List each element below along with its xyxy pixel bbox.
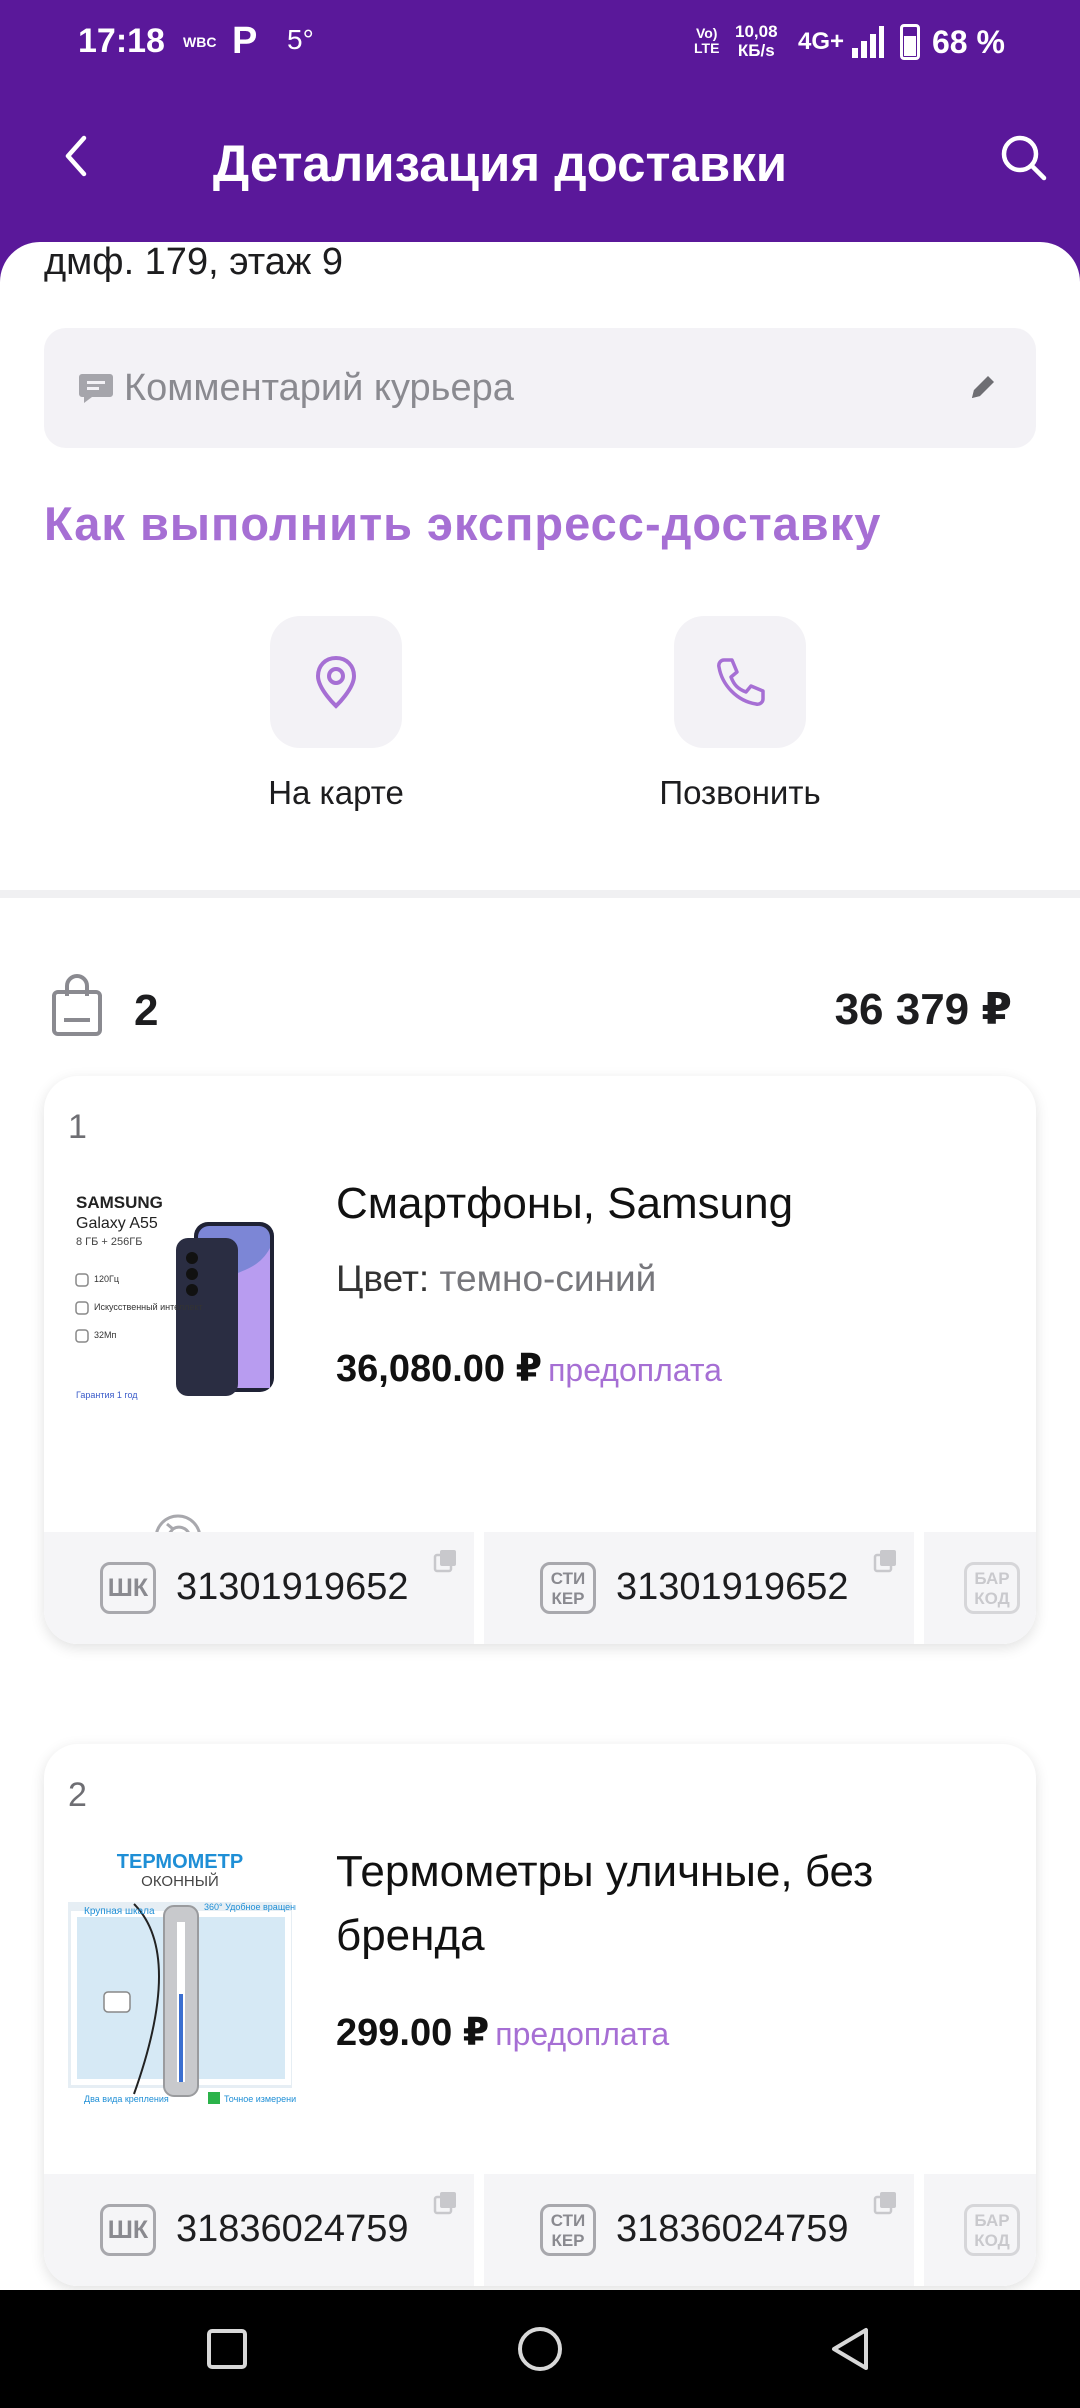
barcode-value: 31836024759 [176, 2208, 409, 2250]
payment-status: предоплата [548, 1352, 722, 1388]
status-bar: 17:18 WBC P 5° Vo) LTE 10,08 КБ/s 4G+ 68 … [0, 0, 1080, 86]
barcode-chip[interactable]: ШК 31301919652 [44, 1532, 474, 1644]
image-subtitle: ОКОННЫЙ [141, 1872, 219, 1890]
copy-icon[interactable] [872, 1546, 900, 1574]
copy-icon[interactable] [432, 2188, 460, 2216]
sticker-value: 31301919652 [616, 1566, 849, 1608]
sticker-code-chip[interactable]: СТИ КЕР 31301919652 [484, 1532, 914, 1644]
order-item-card[interactable]: 2 ТЕРМОМЕТР ОКОННЫЙ Крупная шкала 360° У… [44, 1744, 1036, 2286]
order-item-card[interactable]: 1 SAMSUNG Galaxy A55 8 ГБ + 256ГБ 120Гц … [44, 1076, 1036, 1644]
bar-code-chip[interactable]: БАР КОД [924, 1532, 1036, 1644]
search-icon [1001, 135, 1047, 181]
volte-icon: Vo) LTE [694, 25, 720, 56]
app-header: Детализация доставки [0, 86, 1080, 246]
image-feature-3: Два вида крепления [84, 2094, 169, 2104]
app-notification-icon: P [232, 20, 258, 62]
map-button-label: На карте [268, 774, 404, 811]
phone-icon [717, 658, 765, 706]
item-price: 36,080.00 ₽ предоплата [336, 1348, 722, 1390]
network-type: 4G+ [798, 28, 845, 55]
order-summary: 2 36 379 ₽ [44, 968, 1036, 1048]
barcode-value: 31301919652 [176, 1566, 409, 1608]
sticker-tag: СТИ КЕР [540, 2204, 596, 2256]
image-brand: SAMSUNG [76, 1193, 163, 1212]
barcode-tag: ШК [100, 1562, 156, 1614]
bar-code-tag: БАР КОД [964, 2204, 1020, 2256]
sticker-tag: СТИ КЕР [540, 1562, 596, 1614]
image-feature-4: Точное измерение [224, 2094, 296, 2104]
courier-comment-field[interactable]: Комментарий курьера [44, 328, 1036, 448]
page-title: Детализация доставки [212, 135, 788, 192]
location-pin-icon [315, 655, 357, 709]
item-price: 299.00 ₽ предоплата [336, 2012, 670, 2054]
network-speed: 10,08 КБ/s [735, 22, 778, 60]
image-model: Galaxy A55 [76, 1215, 158, 1232]
barcode-tag: ШК [100, 2204, 156, 2256]
image-feature-2: 360° Удобное вращение [204, 1902, 296, 1912]
image-feature-2: Искусственный интеллект [94, 1302, 203, 1312]
product-image-thermometer: ТЕРМОМЕТР ОКОННЫЙ Крупная шкала 360° Удо… [64, 1844, 296, 2108]
pencil-icon[interactable] [966, 370, 1000, 404]
product-image-samsung: SAMSUNG Galaxy A55 8 ГБ + 256ГБ 120Гц Ис… [64, 1168, 296, 1432]
section-divider [0, 890, 1080, 898]
sticker-value: 31836024759 [616, 2208, 849, 2250]
item-index: 2 [68, 1776, 87, 1814]
payment-status: предоплата [495, 2016, 670, 2052]
item-index: 1 [68, 1108, 87, 1146]
status-carrier: WBC [183, 34, 217, 50]
home-button[interactable] [515, 2324, 565, 2374]
courier-comment-placeholder: Комментарий курьера [124, 367, 514, 409]
content-sheet: дмф. 179, этаж 9 Комментарий курьера Как… [0, 242, 1080, 2408]
map-button[interactable]: На карте [236, 616, 436, 812]
recents-button[interactable] [202, 2324, 252, 2374]
call-button-label: Позвонить [659, 774, 821, 811]
item-codes: ШК 31836024759 СТИ КЕР 31836024759 БАР КОД [44, 2174, 1036, 2286]
signal-icon [852, 26, 884, 58]
item-codes: ШК 31301919652 СТИ КЕР 31301919652 БАР КОД [44, 1532, 1036, 1644]
call-button-circle[interactable] [674, 616, 806, 748]
battery-icon [900, 24, 920, 60]
image-title: ТЕРМОМЕТР [117, 1851, 243, 1873]
copy-icon[interactable] [432, 1546, 460, 1574]
image-feature-1: Крупная шкала [84, 1906, 155, 1917]
shopping-bag-icon [52, 974, 102, 1036]
message-icon [79, 374, 113, 403]
image-feature-1: 120Гц [94, 1274, 119, 1284]
copy-icon[interactable] [872, 2188, 900, 2216]
image-feature-3: 32Мп [94, 1330, 117, 1340]
back-nav-button[interactable] [826, 2324, 876, 2374]
system-navigation-bar [0, 2290, 1080, 2408]
items-count: 2 [134, 986, 159, 1035]
map-button-circle[interactable] [270, 616, 402, 748]
battery-level: 68 % [932, 24, 1005, 60]
barcode-chip[interactable]: ШК 31836024759 [44, 2174, 474, 2286]
item-name: Термометры уличные, без бренда [336, 1847, 874, 1960]
status-temperature: 5° [287, 24, 314, 55]
search-button[interactable] [996, 130, 1052, 186]
order-total: 36 379 ₽ [834, 985, 1012, 1034]
bar-code-chip[interactable]: БАР КОД [924, 2174, 1036, 2286]
bar-code-tag: БАР КОД [964, 1562, 1020, 1614]
express-delivery-link[interactable]: Как выполнить экспресс-доставку [44, 496, 881, 551]
delivery-address: дмф. 179, этаж 9 [44, 242, 343, 283]
image-warranty: Гарантия 1 год [76, 1390, 138, 1400]
status-time: 17:18 [78, 22, 165, 60]
image-memory: 8 ГБ + 256ГБ [76, 1236, 142, 1248]
item-name: Смартфоны, Samsung [336, 1179, 794, 1228]
call-button[interactable]: Позвонить [640, 616, 840, 812]
item-color: Цвет: темно-синий [336, 1258, 657, 1299]
sticker-code-chip[interactable]: СТИ КЕР 31836024759 [484, 2174, 914, 2286]
